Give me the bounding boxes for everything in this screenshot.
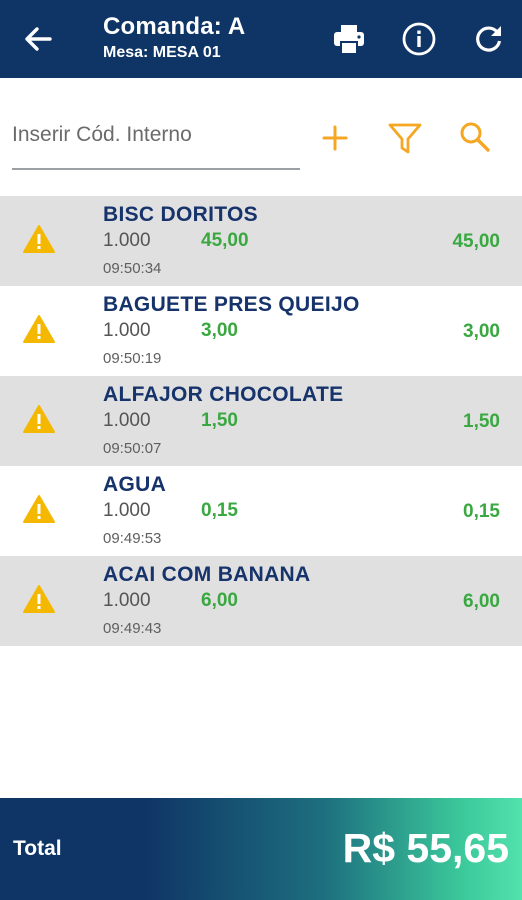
search-icon [460, 122, 490, 152]
list-item[interactable]: ACAI COM BANANA 1.000 6,00 6,00 09:49:43 [0, 556, 522, 646]
item-line-total: 3,00 [463, 321, 500, 342]
item-unit-price: 3,00 [201, 320, 238, 341]
item-unit-price: 1,50 [201, 410, 238, 431]
item-line-total: 6,00 [463, 591, 500, 612]
list-item[interactable]: ALFAJOR CHOCOLATE 1.000 1,50 1,50 09:50:… [0, 376, 522, 466]
info-icon [402, 22, 436, 56]
code-input[interactable] [12, 114, 300, 170]
list-item[interactable]: BISC DORITOS 1.000 45,00 45,00 09:50:34 [0, 196, 522, 286]
info-button[interactable] [400, 20, 438, 58]
item-time: 09:49:43 [103, 620, 162, 637]
item-quantity: 1.000 [103, 500, 151, 521]
list-item[interactable]: BAGUETE PRES QUEIJO 1.000 3,00 3,00 09:5… [0, 286, 522, 376]
total-label: Total [13, 837, 62, 860]
item-time: 09:50:19 [103, 350, 162, 367]
printer-icon [334, 25, 364, 53]
warning-icon [23, 405, 55, 433]
total-bar: Total R$ 55,65 [0, 798, 522, 900]
search-button[interactable] [455, 118, 495, 158]
refresh-button[interactable] [470, 20, 508, 58]
filter-button[interactable] [385, 118, 425, 158]
item-line-total: 45,00 [452, 231, 500, 252]
item-name: AGUA [103, 473, 167, 496]
item-name: ALFAJOR CHOCOLATE [103, 383, 344, 406]
item-time: 09:50:07 [103, 440, 162, 457]
warning-icon [23, 225, 55, 253]
total-value: R$ 55,65 [342, 825, 509, 871]
order-items-list: BISC DORITOS 1.000 45,00 45,00 09:50:34 … [0, 196, 522, 646]
item-unit-price: 45,00 [201, 230, 249, 251]
item-unit-price: 0,15 [201, 500, 238, 521]
list-item[interactable]: AGUA 1.000 0,15 0,15 09:49:53 [0, 466, 522, 556]
app-header: Comanda: A Mesa: MESA 01 [0, 0, 522, 78]
item-time: 09:49:53 [103, 530, 162, 547]
item-time: 09:50:34 [103, 260, 162, 277]
warning-icon [23, 495, 55, 523]
back-button[interactable] [20, 21, 56, 57]
item-unit-price: 6,00 [201, 590, 238, 611]
warning-icon [23, 315, 55, 343]
table-subtitle: Mesa: MESA 01 [103, 44, 221, 61]
filter-icon [388, 123, 422, 154]
item-name: BAGUETE PRES QUEIJO [103, 293, 360, 316]
item-line-total: 0,15 [463, 501, 500, 522]
item-quantity: 1.000 [103, 320, 151, 341]
item-name: BISC DORITOS [103, 203, 258, 226]
warning-icon [23, 585, 55, 613]
page-title: Comanda: A [103, 13, 246, 40]
arrow-left-icon [25, 27, 52, 51]
item-quantity: 1.000 [103, 230, 151, 251]
add-button[interactable] [315, 118, 355, 158]
item-name: ACAI COM BANANA [103, 563, 311, 586]
item-quantity: 1.000 [103, 590, 151, 611]
item-quantity: 1.000 [103, 410, 151, 431]
item-line-total: 1,50 [463, 411, 500, 432]
plus-icon [322, 125, 348, 151]
print-button[interactable] [330, 20, 368, 58]
search-toolbar [0, 78, 522, 196]
refresh-icon [476, 26, 502, 52]
